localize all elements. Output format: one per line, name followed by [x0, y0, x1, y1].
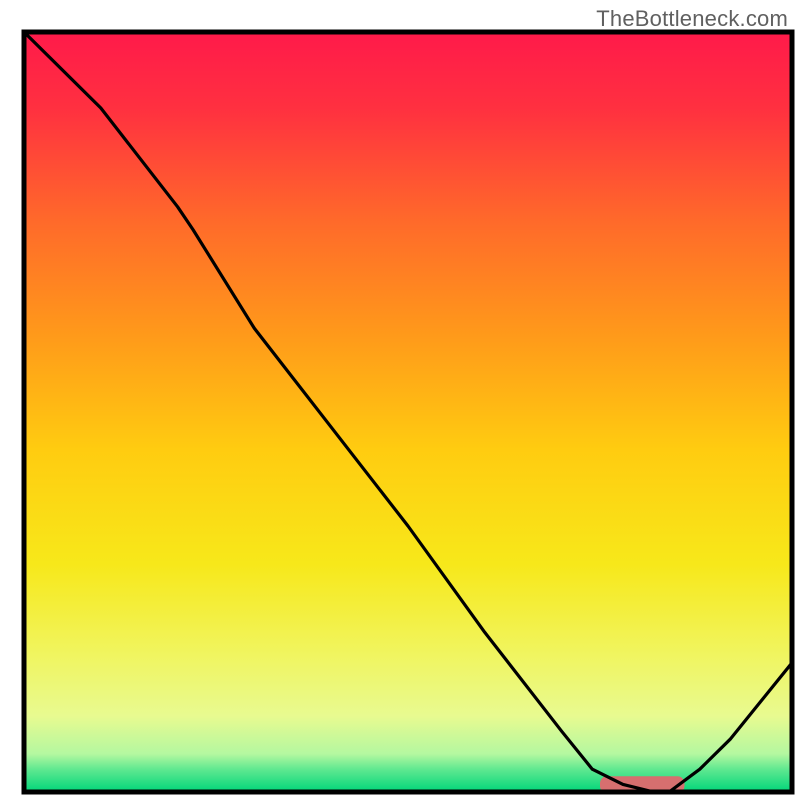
gradient-background	[24, 32, 792, 792]
chart-container: TheBottleneck.com	[0, 0, 800, 800]
watermark-text: TheBottleneck.com	[596, 6, 788, 32]
bottleneck-chart	[0, 0, 800, 800]
